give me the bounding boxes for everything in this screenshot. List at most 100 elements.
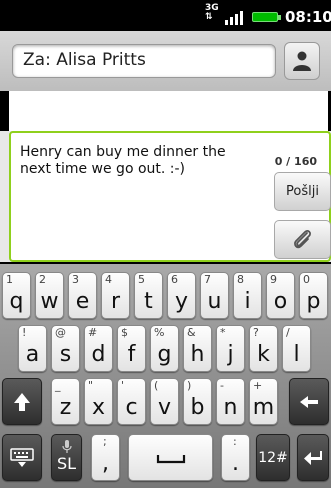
- key-sub-label: 9: [270, 273, 277, 286]
- symbols-key[interactable]: 12#: [256, 434, 290, 481]
- key-label: q: [9, 289, 24, 314]
- key-sub-label: (: [154, 379, 159, 392]
- key-q[interactable]: 1q: [2, 272, 31, 319]
- symbols-label: 12#: [258, 449, 288, 466]
- key-g[interactable]: % g: [150, 325, 179, 372]
- key-sub-label: _: [55, 379, 61, 392]
- key-u[interactable]: 7u: [200, 272, 229, 319]
- key-sub-label: /: [286, 326, 290, 339]
- key-sub-label: ;: [103, 435, 107, 448]
- comma-key[interactable]: ;,: [91, 434, 120, 481]
- key-s[interactable]: @ s: [51, 325, 80, 372]
- recipient-text: Za: Alisa Pritts: [23, 50, 146, 70]
- send-button[interactable]: Pošlji: [274, 172, 331, 211]
- key-label: n: [223, 395, 238, 420]
- key-sub-label: +: [253, 379, 263, 392]
- key-label: s: [59, 342, 72, 367]
- space-icon: [156, 454, 185, 463]
- key-label: g: [157, 342, 172, 367]
- key-sub-label: ): [187, 379, 192, 392]
- key-sub-label: 1: [6, 273, 13, 286]
- key-sub-label: 5: [138, 273, 145, 286]
- key-sub-label: ?: [253, 326, 259, 339]
- key-label: p: [306, 289, 321, 314]
- space-key[interactable]: [128, 434, 213, 481]
- compose-area: Henry can buy me dinner the next time we…: [0, 131, 331, 262]
- key-label: m: [252, 395, 275, 420]
- key-label: z: [59, 395, 72, 420]
- backspace-key[interactable]: [289, 378, 329, 425]
- key-y[interactable]: 6y: [167, 272, 196, 319]
- key-label: h: [190, 342, 205, 367]
- shift-key[interactable]: [2, 378, 42, 425]
- key-m[interactable]: + m: [249, 378, 278, 425]
- attach-button[interactable]: [274, 220, 331, 259]
- keyboard-icon: [10, 447, 34, 467]
- battery-icon: [252, 12, 281, 22]
- key-label: b: [190, 395, 205, 420]
- message-input[interactable]: Henry can buy me dinner the next time we…: [9, 131, 331, 262]
- key-sub-label: %: [154, 326, 165, 339]
- key-sub-label: :: [233, 435, 237, 448]
- key-sub-label: -: [220, 379, 224, 392]
- key-c[interactable]: ' c: [117, 378, 146, 425]
- key-e[interactable]: 3e: [68, 272, 97, 319]
- key-f[interactable]: $ f: [117, 325, 146, 372]
- key-sub-label: 3: [72, 273, 79, 286]
- key-label: o: [273, 289, 288, 314]
- key-p[interactable]: 0p: [299, 272, 328, 319]
- signal-icon: [225, 11, 243, 25]
- network-indicator: 3G ⇅: [205, 4, 219, 22]
- key-w[interactable]: 2w: [35, 272, 64, 319]
- key-sub-label: @: [55, 326, 66, 339]
- key-label: ,: [102, 451, 109, 476]
- key-label: x: [91, 395, 106, 420]
- status-bar: 3G ⇅ 08:10: [0, 0, 331, 31]
- recipient-bar: Za: Alisa Pritts: [0, 31, 331, 91]
- key-sub-label: 4: [105, 273, 112, 286]
- key-label: y: [174, 289, 189, 314]
- key-sub-label: ": [88, 379, 94, 392]
- contact-picker-button[interactable]: [284, 42, 320, 80]
- paperclip-icon: [294, 230, 311, 249]
- key-i[interactable]: 8i: [233, 272, 262, 319]
- key-d[interactable]: # d: [84, 325, 113, 372]
- key-o[interactable]: 9o: [266, 272, 295, 319]
- keyboard-switch-key[interactable]: [2, 434, 42, 481]
- keyboard: 1q 2w 3e 4r 5t 6y 7u 8i 9o 0p ! a @ s # d $…: [0, 264, 331, 488]
- key-l[interactable]: / l: [282, 325, 311, 372]
- key-j[interactable]: * j: [216, 325, 245, 372]
- key-label: a: [25, 342, 40, 367]
- key-a[interactable]: ! a: [18, 325, 47, 372]
- key-sub-label: 8: [237, 273, 244, 286]
- key-label: k: [257, 342, 270, 367]
- key-b[interactable]: ) b: [183, 378, 212, 425]
- key-sub-label: $: [121, 326, 128, 339]
- key-label: v: [157, 395, 172, 420]
- key-r[interactable]: 4r: [101, 272, 130, 319]
- key-t[interactable]: 5t: [134, 272, 163, 319]
- key-label: c: [125, 395, 138, 420]
- key-z[interactable]: _ z: [51, 378, 80, 425]
- key-label: t: [144, 289, 153, 314]
- enter-key[interactable]: [297, 434, 329, 481]
- key-sub-label: 7: [204, 273, 211, 286]
- recipient-field[interactable]: Za: Alisa Pritts: [12, 44, 276, 78]
- key-x[interactable]: " x: [84, 378, 113, 425]
- period-key[interactable]: :.: [221, 434, 250, 481]
- key-sub-label: *: [220, 326, 226, 339]
- key-h[interactable]: & h: [183, 325, 212, 372]
- clock: 08:10: [285, 8, 331, 26]
- key-sub-label: 6: [171, 273, 178, 286]
- backspace-arrow-icon: [300, 395, 318, 408]
- key-n[interactable]: -n: [216, 378, 245, 425]
- key-label: i: [244, 289, 251, 314]
- key-label: j: [227, 342, 234, 367]
- character-counter: 0 / 160: [274, 155, 317, 168]
- language-label: SL: [56, 454, 77, 473]
- key-k[interactable]: ? k: [249, 325, 278, 372]
- message-text: Henry can buy me dinner the next time we…: [20, 144, 226, 177]
- key-label: l: [293, 342, 300, 367]
- voice-language-key[interactable]: SL: [51, 434, 82, 481]
- key-v[interactable]: (v: [150, 378, 179, 425]
